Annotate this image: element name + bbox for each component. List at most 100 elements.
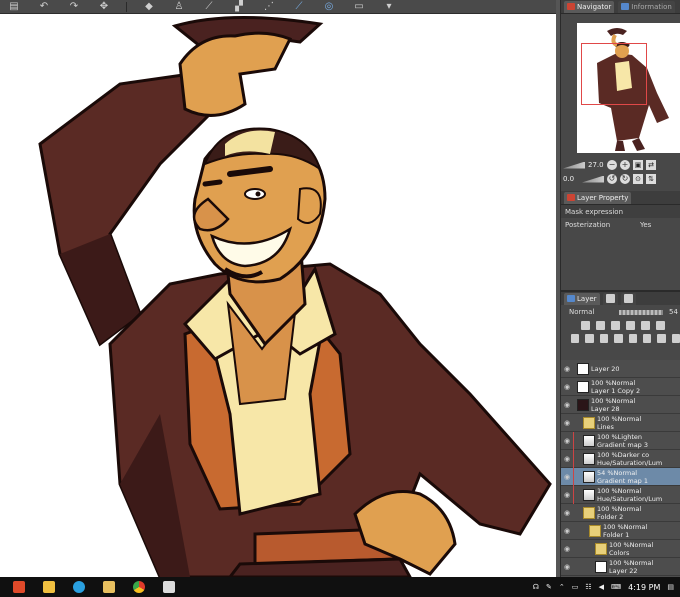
layer-row[interactable]: ◉ 100 %Normal Folder 1 xyxy=(561,522,680,540)
people-icon[interactable]: ☊ xyxy=(533,583,539,591)
save-icon[interactable]: ▤ xyxy=(6,1,22,12)
layer-row[interactable]: ◉ 100 %Normal Layer 22 xyxy=(561,558,680,576)
rotate-right-icon[interactable]: ↻ xyxy=(620,174,630,184)
toolbar-divider xyxy=(126,1,127,12)
tab-layer-property[interactable]: Layer Property xyxy=(564,191,632,204)
chevron-up-icon[interactable]: ⌃ xyxy=(559,583,565,591)
layer-row[interactable]: ◉ 100 %Normal Lines xyxy=(561,414,680,432)
eye-icon[interactable]: ◉ xyxy=(561,468,573,486)
fill-icon[interactable]: ◆ xyxy=(141,1,157,12)
eye-icon[interactable]: ◉ xyxy=(561,504,573,522)
blend-mode-select[interactable]: Normal xyxy=(569,308,613,316)
eye-icon[interactable]: ◉ xyxy=(561,522,573,540)
opacity-slider[interactable] xyxy=(619,309,663,315)
layer-mode: 100 %Normal xyxy=(603,522,648,531)
dropdown-icon[interactable]: ▾ xyxy=(381,1,397,12)
navigator-viewport-frame[interactable] xyxy=(581,43,647,105)
layer-text: 100 %Normal Colors xyxy=(609,541,653,557)
drawing-canvas[interactable] xyxy=(0,14,556,577)
new-vector-layer-icon[interactable] xyxy=(585,334,594,343)
pen-pressure-icon[interactable]: ◎ xyxy=(321,1,337,12)
transform-icon[interactable]: ✥ xyxy=(96,1,112,12)
tab-layer[interactable]: Layer xyxy=(564,292,600,305)
layer-row[interactable]: ◉ 54 %Normal Gradient map 1 xyxy=(561,468,680,486)
zoom-out-icon[interactable]: − xyxy=(607,160,617,170)
pen-icon[interactable]: ⟋ xyxy=(201,1,217,12)
battery-icon[interactable]: ▭ xyxy=(572,583,579,591)
tab-navigator[interactable]: Navigator xyxy=(564,0,615,13)
language-icon[interactable]: ⌨ xyxy=(611,583,621,591)
eye-icon[interactable]: ◉ xyxy=(561,540,573,558)
layer-thumbnail xyxy=(583,434,595,447)
clip-studio-icon[interactable] xyxy=(158,579,180,595)
layer-row[interactable]: ◉ 100 %Normal Layer 28 xyxy=(561,396,680,414)
merge-down-icon[interactable] xyxy=(628,334,637,343)
posterization-row[interactable]: Posterization Yes xyxy=(561,218,680,231)
volume-icon[interactable]: ◀ xyxy=(599,583,604,591)
windows-store-icon[interactable] xyxy=(8,579,30,595)
redo-icon[interactable]: ↷ xyxy=(66,1,82,12)
rotate-slider[interactable] xyxy=(582,175,604,183)
layer-row[interactable]: ◉ 100 %Normal Layer 1 Copy 2 xyxy=(561,378,680,396)
layer-row[interactable]: ◉ 100 %Normal Hue/Saturation/Lum xyxy=(561,486,680,504)
eye-icon[interactable]: ◉ xyxy=(561,378,573,396)
transfer-down-icon[interactable] xyxy=(614,334,623,343)
pen-tray-icon[interactable]: ✎ xyxy=(546,583,552,591)
notifications-icon[interactable]: ▤ xyxy=(667,583,674,591)
tab-information[interactable]: Information xyxy=(618,0,675,13)
eye-icon[interactable]: ◉ xyxy=(561,486,573,504)
flip-vertical-icon[interactable]: ⇅ xyxy=(646,174,656,184)
snap-icon[interactable]: ⋰ xyxy=(261,1,277,12)
blue-pen-icon[interactable]: ⟋ xyxy=(291,1,307,12)
mask-expression-row[interactable]: Mask expression xyxy=(561,205,680,218)
lock-icon[interactable] xyxy=(611,321,620,330)
rotate-left-icon[interactable]: ↺ xyxy=(607,174,617,184)
eye-icon[interactable]: ◉ xyxy=(561,432,573,450)
clipping-indicator xyxy=(573,468,574,486)
layer-row[interactable]: ◉ 100 %Lighten Gradient map 3 xyxy=(561,432,680,450)
tab-extra-2[interactable] xyxy=(620,292,636,305)
reset-rotate-icon[interactable]: ⊙ xyxy=(633,174,643,184)
layer-row[interactable]: ◉ 100 %Normal Folder 2 xyxy=(561,504,680,522)
fit-icon[interactable]: ▣ xyxy=(633,160,643,170)
undo-icon[interactable]: ↶ xyxy=(36,1,52,12)
eye-icon[interactable]: ◉ xyxy=(561,396,573,414)
chrome-icon[interactable] xyxy=(128,579,150,595)
box-icon[interactable]: ▭ xyxy=(351,1,367,12)
folder-icon xyxy=(583,416,595,429)
clip-icon[interactable] xyxy=(626,321,635,330)
flip-icon[interactable]: ⇄ xyxy=(646,160,656,170)
layer-mode: 100 %Normal xyxy=(609,540,654,549)
new-folder-icon[interactable] xyxy=(599,334,609,343)
navigator-preview[interactable] xyxy=(577,23,680,153)
layer-toolbar xyxy=(561,319,680,332)
more-options-icon[interactable] xyxy=(671,334,680,343)
layer-text: 100 %Darker co Hue/Saturation/Lum xyxy=(597,451,662,467)
mask-icon[interactable] xyxy=(656,321,665,330)
eye-icon[interactable] xyxy=(581,321,590,330)
layer-row[interactable]: ◉ Layer 20 xyxy=(561,360,680,378)
eye-icon[interactable]: ◉ xyxy=(561,414,573,432)
delete-layer-icon[interactable] xyxy=(657,334,666,343)
zoom-in-icon[interactable]: + xyxy=(620,160,630,170)
zoom-slider[interactable] xyxy=(563,161,585,169)
add-mask-icon[interactable] xyxy=(642,334,652,343)
layer-mode: 100 %Darker co xyxy=(597,450,650,459)
ruler-icon[interactable]: ▞ xyxy=(231,1,247,12)
clock[interactable]: 4:19 PM xyxy=(628,583,660,592)
brush-icon[interactable] xyxy=(596,321,605,330)
layer-thumbnail xyxy=(595,560,607,573)
layer-row[interactable]: ◉ 100 %Darker co Hue/Saturation/Lum xyxy=(561,450,680,468)
file-explorer-icon[interactable] xyxy=(38,579,60,595)
stamp-icon[interactable]: ♙ xyxy=(171,1,187,12)
eye-icon[interactable]: ◉ xyxy=(561,360,573,378)
eye-icon[interactable]: ◉ xyxy=(561,558,573,576)
eye-icon[interactable]: ◉ xyxy=(561,450,573,468)
network-icon[interactable]: ☷ xyxy=(585,583,591,591)
folder-icon[interactable] xyxy=(98,579,120,595)
telegram-icon[interactable] xyxy=(68,579,90,595)
ref-icon[interactable] xyxy=(641,321,650,330)
layer-row[interactable]: ◉ 100 %Normal Colors xyxy=(561,540,680,558)
tab-extra-1[interactable] xyxy=(602,292,618,305)
new-raster-layer-icon[interactable] xyxy=(571,334,580,343)
